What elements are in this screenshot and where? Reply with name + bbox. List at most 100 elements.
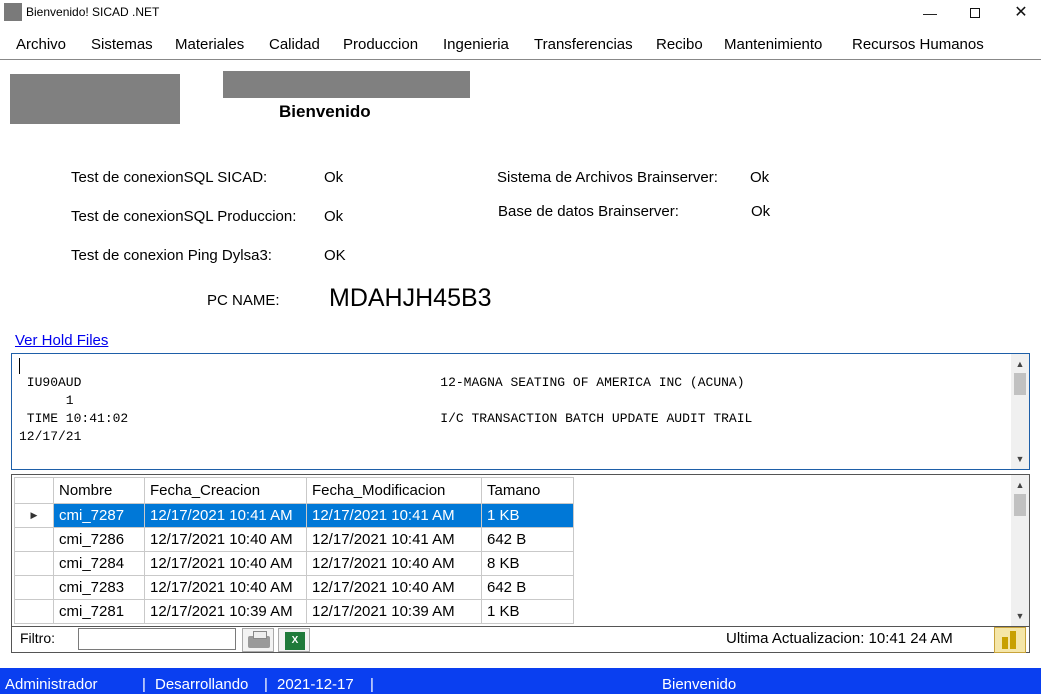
ping-value: OK xyxy=(324,247,346,264)
files-value: Ok xyxy=(750,169,770,186)
export-excel-button[interactable]: X xyxy=(278,628,310,652)
grid-scrollbar[interactable]: ▲ ▼ xyxy=(1011,475,1029,626)
report-scrollbar[interactable]: ▲ ▼ xyxy=(1011,354,1029,469)
filter-label: Filtro: xyxy=(20,630,55,646)
welcome-heading: Bienvenido xyxy=(279,102,371,121)
pcname-label: PC NAME: xyxy=(207,292,280,309)
menu-bar: Archivo Sistemas Materiales Calidad Prod… xyxy=(0,30,1041,60)
filter-input[interactable] xyxy=(78,628,236,650)
table-row[interactable]: cmi_7281 12/17/2021 10:39 AM 12/17/2021 … xyxy=(14,599,574,624)
maximize-icon xyxy=(970,8,980,19)
cell-fecha-creacion[interactable]: 12/17/2021 10:40 AM xyxy=(144,575,307,600)
refresh-button[interactable] xyxy=(994,627,1026,653)
cell-tamano[interactable]: 8 KB xyxy=(481,551,574,576)
row-header[interactable] xyxy=(14,599,54,624)
scroll-thumb[interactable] xyxy=(1014,373,1026,395)
selected-row-marker-icon: ▶ xyxy=(14,503,54,528)
pcname-value: MDAHJH45B3 xyxy=(329,284,492,312)
table-row[interactable]: cmi_7283 12/17/2021 10:40 AM 12/17/2021 … xyxy=(14,575,574,600)
menu-archivo[interactable]: Archivo xyxy=(16,36,66,53)
cell-fecha-modificacion[interactable]: 12/17/2021 10:39 AM xyxy=(306,599,482,624)
menu-materiales[interactable]: Materiales xyxy=(175,36,244,53)
cell-fecha-modificacion[interactable]: 12/17/2021 10:40 AM xyxy=(306,551,482,576)
cell-fecha-modificacion[interactable]: 12/17/2021 10:40 AM xyxy=(306,575,482,600)
scroll-down-icon[interactable]: ▼ xyxy=(1011,608,1029,624)
cell-nombre[interactable]: cmi_7281 xyxy=(53,599,145,624)
logo-placeholder xyxy=(10,74,180,124)
files-table: Nombre Fecha_Creacion Fecha_Modificacion… xyxy=(14,477,574,624)
status-user: Administrador xyxy=(5,676,98,693)
banner-placeholder xyxy=(223,71,470,98)
scroll-up-icon[interactable]: ▲ xyxy=(1011,356,1029,372)
sql-sicad-value: Ok xyxy=(324,169,344,186)
cell-tamano[interactable]: 1 KB xyxy=(481,503,574,528)
cell-nombre[interactable]: cmi_7283 xyxy=(53,575,145,600)
db-label: Base de datos Brainserver: xyxy=(498,203,679,220)
report-textarea[interactable]: IU90AUD 12-MAGNA SEATING OF AMERICA INC … xyxy=(11,353,1030,470)
close-button[interactable]: ✕ xyxy=(998,0,1041,26)
cell-fecha-creacion[interactable]: 12/17/2021 10:40 AM xyxy=(144,551,307,576)
window-title: Bienvenido! SICAD .NET xyxy=(26,5,160,19)
menu-produccion[interactable]: Produccion xyxy=(343,36,418,53)
cell-tamano[interactable]: 642 B xyxy=(481,575,574,600)
sql-sicad-label: Test de conexionSQL SICAD: xyxy=(71,169,268,186)
col-nombre[interactable]: Nombre xyxy=(53,477,145,504)
scroll-thumb[interactable] xyxy=(1014,494,1026,516)
row-header-corner xyxy=(14,477,54,504)
ping-label: Test de conexion Ping Dylsa3: xyxy=(71,247,272,264)
cell-fecha-modificacion[interactable]: 12/17/2021 10:41 AM xyxy=(306,527,482,552)
last-update-text: Ultima Actualizacion: 10:41 24 AM xyxy=(726,630,953,647)
menu-sistemas[interactable]: Sistemas xyxy=(91,36,153,53)
minimize-button[interactable]: — xyxy=(907,0,953,26)
refresh-icon xyxy=(1002,637,1008,649)
status-date: 2021-12-17 xyxy=(277,676,354,693)
menu-recibo[interactable]: Recibo xyxy=(656,36,703,53)
hold-files-link[interactable]: Ver Hold Files xyxy=(15,332,108,349)
status-separator: | xyxy=(142,676,146,693)
files-grid: Nombre Fecha_Creacion Fecha_Modificacion… xyxy=(11,474,1030,627)
cell-fecha-modificacion[interactable]: 12/17/2021 10:41 AM xyxy=(306,503,482,528)
title-bar: Bienvenido! SICAD .NET — ✕ xyxy=(0,0,1041,26)
status-separator: | xyxy=(264,676,268,693)
cell-fecha-creacion[interactable]: 12/17/2021 10:39 AM xyxy=(144,599,307,624)
maximize-button[interactable] xyxy=(952,0,998,26)
col-fecha-creacion[interactable]: Fecha_Creacion xyxy=(144,477,307,504)
col-tamano[interactable]: Tamano xyxy=(481,477,574,504)
menu-transferencias[interactable]: Transferencias xyxy=(534,36,633,53)
row-header[interactable] xyxy=(14,575,54,600)
status-mode: Desarrollando xyxy=(155,676,249,693)
menu-recursos-humanos[interactable]: Recursos Humanos xyxy=(852,36,984,53)
cell-nombre[interactable]: cmi_7287 xyxy=(53,503,145,528)
status-message: Bienvenido xyxy=(662,676,737,693)
sql-produccion-label: Test de conexionSQL Produccion: xyxy=(71,208,297,225)
app-icon xyxy=(4,3,22,21)
col-fecha-modificacion[interactable]: Fecha_Modificacion xyxy=(306,477,482,504)
files-label: Sistema de Archivos Brainserver: xyxy=(497,169,718,186)
cell-nombre[interactable]: cmi_7284 xyxy=(53,551,145,576)
print-button[interactable] xyxy=(242,628,274,652)
table-row[interactable]: cmi_7284 12/17/2021 10:40 AM 12/17/2021 … xyxy=(14,551,574,576)
scroll-up-icon[interactable]: ▲ xyxy=(1011,477,1029,493)
cell-fecha-creacion[interactable]: 12/17/2021 10:41 AM xyxy=(144,503,307,528)
menu-calidad[interactable]: Calidad xyxy=(269,36,320,53)
excel-icon: X xyxy=(285,632,305,650)
db-value: Ok xyxy=(751,203,771,220)
status-separator: | xyxy=(370,676,374,693)
cell-fecha-creacion[interactable]: 12/17/2021 10:40 AM xyxy=(144,527,307,552)
refresh-icon xyxy=(1010,631,1016,649)
row-header[interactable] xyxy=(14,527,54,552)
table-row[interactable]: cmi_7286 12/17/2021 10:40 AM 12/17/2021 … xyxy=(14,527,574,552)
report-text: IU90AUD 12-MAGNA SEATING OF AMERICA INC … xyxy=(19,375,753,444)
scroll-down-icon[interactable]: ▼ xyxy=(1011,451,1029,467)
cell-tamano[interactable]: 1 KB xyxy=(481,599,574,624)
table-row[interactable]: ▶ cmi_7287 12/17/2021 10:41 AM 12/17/202… xyxy=(14,503,574,528)
cell-nombre[interactable]: cmi_7286 xyxy=(53,527,145,552)
status-bar: Administrador | Desarrollando | 2021-12-… xyxy=(0,668,1041,694)
filter-bar: Filtro: X Ultima Actualizacion: 10:41 24… xyxy=(11,627,1030,653)
sql-produccion-value: Ok xyxy=(324,208,344,225)
cell-tamano[interactable]: 642 B xyxy=(481,527,574,552)
menu-mantenimiento[interactable]: Mantenimiento xyxy=(724,36,822,53)
menu-ingenieria[interactable]: Ingenieria xyxy=(443,36,509,53)
row-header[interactable] xyxy=(14,551,54,576)
printer-icon xyxy=(248,631,270,648)
